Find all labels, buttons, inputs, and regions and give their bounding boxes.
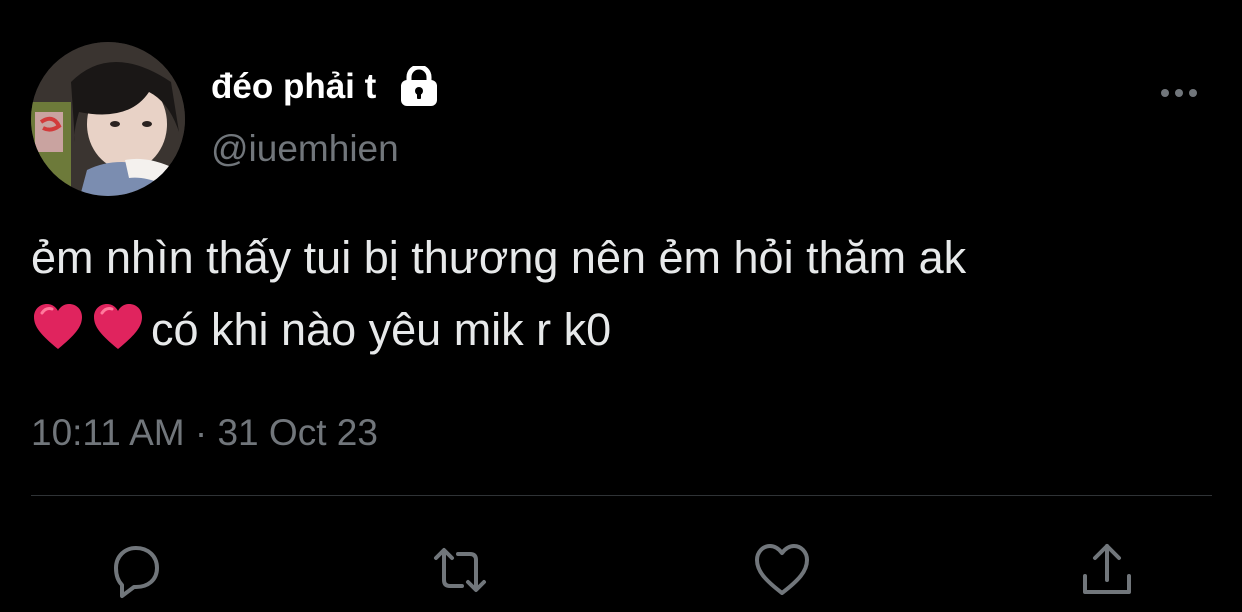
display-name-row[interactable]: đéo phải t — [211, 64, 440, 108]
avatar-photo — [31, 42, 185, 196]
share-button[interactable] — [1077, 540, 1137, 600]
divider — [31, 495, 1212, 496]
tweet-time[interactable]: 10:11 AM — [31, 412, 185, 453]
reply-icon — [106, 540, 166, 600]
red-heart-emoji-icon — [31, 301, 85, 355]
tweet-text: ẻm nhìn thấy tui bị thương nên ẻm hỏi th… — [31, 222, 1221, 366]
like-icon — [752, 540, 812, 600]
lock-icon — [398, 64, 440, 108]
display-name[interactable]: đéo phải t — [211, 67, 376, 107]
handle[interactable]: @iuemhien — [211, 128, 399, 170]
red-heart-emoji-icon — [91, 301, 145, 355]
tweet-text-line-2-row: có khi nào yêu mik r k0 — [31, 294, 1221, 366]
avatar[interactable] — [31, 42, 185, 196]
more-icon[interactable] — [1158, 84, 1200, 102]
meta-separator: · — [194, 412, 208, 453]
tweet-text-line-1: ẻm nhìn thấy tui bị thương nên ẻm hỏi th… — [31, 232, 967, 283]
share-icon — [1077, 540, 1137, 600]
tweet-meta: 10:11 AM · 31 Oct 23 — [31, 412, 378, 454]
retweet-icon — [430, 540, 490, 600]
tweet-text-line-2: có khi nào yêu mik r k0 — [151, 304, 612, 355]
retweet-button[interactable] — [430, 540, 490, 600]
reply-button[interactable] — [106, 540, 166, 600]
like-button[interactable] — [752, 540, 812, 600]
tweet-date[interactable]: 31 Oct 23 — [217, 412, 377, 453]
